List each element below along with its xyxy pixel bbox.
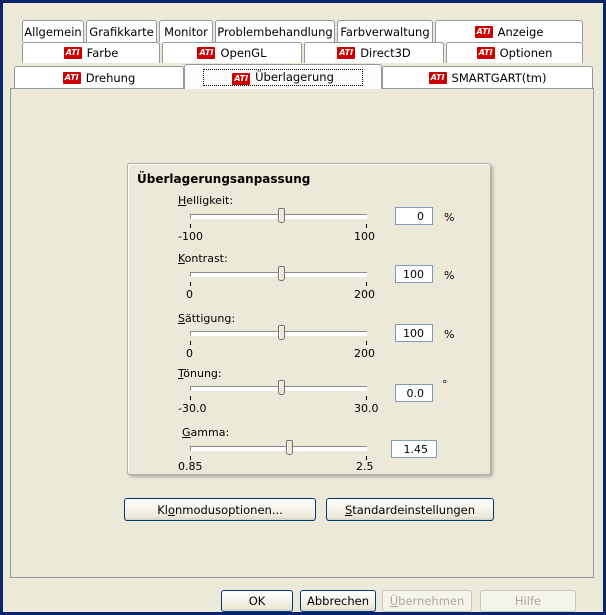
tab-ueberlagerung[interactable]: ATI Überlagerung (184, 64, 382, 89)
brightness-min-label: -100 (178, 230, 203, 243)
contrast-label: Kontrast: (178, 252, 228, 265)
contrast-min-label: 0 (186, 288, 193, 301)
hue-tick-max (366, 396, 367, 400)
tab-anzeige[interactable]: ATI Anzeige (435, 20, 583, 42)
tab-direct3d[interactable]: ATI Direct3D (304, 42, 444, 63)
tab-allgemein[interactable]: Allgemein (22, 20, 84, 42)
tab-optionen[interactable]: ATI Optionen (446, 42, 583, 63)
contrast-value-field[interactable]: 100 (395, 265, 433, 283)
hue-slider-thumb[interactable] (278, 380, 285, 395)
contrast-tick-max (366, 282, 367, 286)
brightness-tick-max (366, 224, 367, 228)
ati-logo-icon: ATI (476, 47, 495, 59)
cancel-button[interactable]: Abbrechen (300, 590, 376, 612)
hue-unit: ° (442, 378, 448, 391)
brightness-tick-min (190, 224, 191, 228)
tab-smartgart[interactable]: ATI SMARTGART(tm) (382, 66, 593, 88)
apply-button[interactable]: Übernehmen (382, 590, 472, 612)
saturation-slider-thumb[interactable] (278, 325, 285, 340)
hue-label: Tönung: (178, 367, 222, 380)
hue-tick-min (190, 396, 191, 400)
brightness-value-field[interactable]: 0 (395, 207, 433, 225)
ati-logo-icon: ATI (232, 72, 251, 85)
gamma-slider-thumb[interactable] (286, 440, 293, 455)
ok-button[interactable]: OK (221, 590, 293, 612)
brightness-unit: % (444, 211, 455, 224)
saturation-tick-min (190, 341, 191, 345)
saturation-unit: % (444, 328, 455, 341)
hue-value-field[interactable]: 0.0 (395, 384, 433, 402)
window-border-left (0, 0, 3, 615)
ati-logo-icon: ATI (337, 47, 356, 59)
window-border-top (0, 0, 606, 3)
gamma-min-label: 0.85 (178, 460, 203, 473)
brightness-max-label: 100 (354, 230, 375, 243)
ati-logo-icon: ATI (428, 71, 447, 84)
tab-opengl[interactable]: ATI OpenGL (162, 42, 302, 63)
gamma-value-field[interactable]: 1.45 (391, 440, 437, 458)
ati-logo-icon: ATI (197, 47, 216, 59)
saturation-max-label: 200 (354, 347, 375, 360)
contrast-tick-min (190, 282, 191, 286)
ati-logo-icon: ATI (474, 25, 493, 38)
tab-problembehandlung[interactable]: Problembehandlung (215, 20, 335, 42)
tab-farbe[interactable]: ATI Farbe (22, 42, 160, 63)
saturation-min-label: 0 (186, 347, 193, 360)
gamma-max-label: 2.5 (356, 460, 374, 473)
group-title: Überlagerungsanpassung (137, 172, 311, 186)
brightness-slider-thumb[interactable] (278, 208, 285, 223)
help-button[interactable]: Hilfe (480, 590, 576, 612)
tab-farbverwaltung[interactable]: Farbverwaltung (337, 20, 433, 42)
gamma-slider-track[interactable] (190, 446, 367, 451)
hue-min-label: -30.0 (178, 402, 207, 415)
hue-max-label: 30.0 (354, 402, 379, 415)
overlay-adjustment-group: Überlagerungsanpassung Helligkeit: -100 … (127, 163, 491, 475)
saturation-tick-max (366, 341, 367, 345)
contrast-max-label: 200 (354, 288, 375, 301)
ati-logo-icon: ATI (63, 47, 82, 59)
tab-drehung[interactable]: ATI Drehung (14, 66, 184, 88)
tab-monitor[interactable]: Monitor (159, 20, 213, 42)
contrast-slider-thumb[interactable] (278, 266, 285, 281)
brightness-label: Helligkeit: (178, 194, 234, 207)
default-settings-button[interactable]: Standardeinstellungen (326, 498, 494, 521)
saturation-value-field[interactable]: 100 (395, 324, 433, 342)
ati-logo-icon: ATI (62, 71, 81, 84)
clone-mode-options-button[interactable]: Kl o nmodusoptionen... (124, 498, 316, 521)
saturation-label: Sättigung: (178, 312, 236, 325)
contrast-unit: % (444, 269, 455, 282)
tab-grafikkarte[interactable]: Grafikkarte (86, 20, 157, 42)
gamma-label: Gamma: (182, 426, 230, 439)
